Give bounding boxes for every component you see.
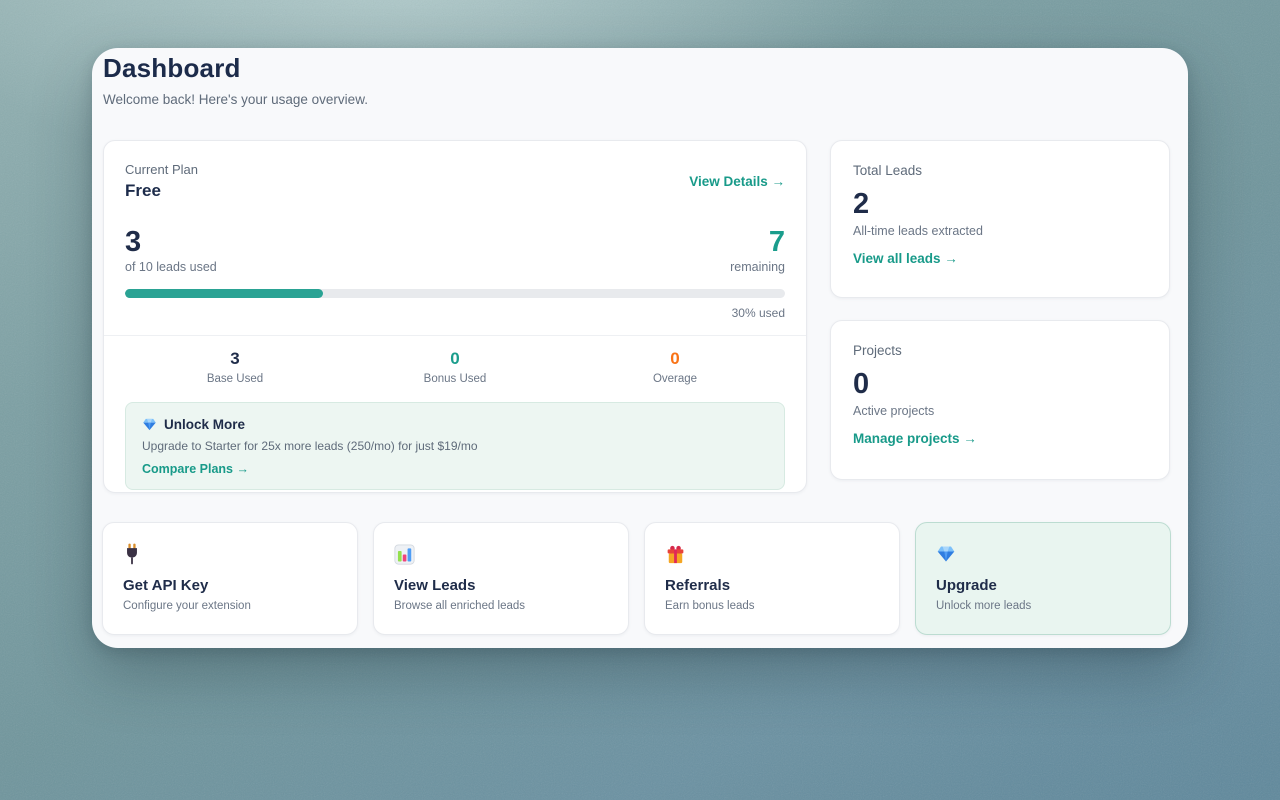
unlock-more-title: Unlock More	[164, 417, 245, 432]
unlock-more-banner: Unlock More Upgrade to Starter for 25x m…	[125, 402, 785, 490]
referrals-card[interactable]: Referrals Earn bonus leads	[644, 522, 900, 635]
upgrade-card[interactable]: Upgrade Unlock more leads	[915, 522, 1171, 635]
stat-base-used: 3 Base Used	[125, 349, 345, 385]
referrals-caption: Earn bonus leads	[665, 600, 879, 612]
gem-icon	[142, 417, 157, 432]
stat-bonus-used-label: Bonus Used	[345, 373, 565, 385]
projects-value: 0	[853, 368, 1147, 401]
get-api-key-title: Get API Key	[123, 577, 337, 594]
projects-caption: Active projects	[853, 404, 1147, 418]
stat-overage-label: Overage	[565, 373, 785, 385]
percent-used-label: 30% used	[125, 306, 785, 320]
get-api-key-caption: Configure your extension	[123, 600, 337, 612]
get-api-key-card[interactable]: Get API Key Configure your extension	[102, 522, 358, 635]
view-leads-card[interactable]: View Leads Browse all enriched leads	[373, 522, 629, 635]
stat-overage: 0 Overage	[565, 349, 785, 385]
gift-icon	[665, 543, 879, 565]
projects-label: Projects	[853, 343, 1147, 358]
view-leads-title: View Leads	[394, 577, 608, 594]
plan-label: Current Plan	[125, 162, 198, 177]
total-leads-caption: All-time leads extracted	[853, 224, 1147, 238]
stat-overage-value: 0	[565, 349, 785, 369]
stat-bonus-used-value: 0	[345, 349, 565, 369]
usage-progress-fill	[125, 289, 323, 298]
bar-chart-icon	[394, 543, 608, 565]
page-title: Dashboard	[103, 53, 241, 84]
view-all-leads-link[interactable]: View all leads →	[853, 251, 958, 266]
total-leads-card: Total Leads 2 All-time leads extracted V…	[830, 140, 1170, 298]
total-leads-label: Total Leads	[853, 163, 1147, 178]
plan-name: Free	[125, 181, 198, 201]
total-leads-value: 2	[853, 188, 1147, 221]
compare-plans-link[interactable]: Compare Plans →	[142, 462, 249, 476]
leads-remaining-caption: remaining	[730, 260, 785, 274]
usage-progress-bar	[125, 289, 785, 298]
upgrade-caption: Unlock more leads	[936, 600, 1150, 612]
stat-base-used-label: Base Used	[125, 373, 345, 385]
usage-stats-row: 3 Base Used 0 Bonus Used 0 Overage	[125, 349, 785, 385]
leads-remaining-value: 7	[730, 227, 785, 257]
leads-used-value: 3	[125, 227, 217, 257]
unlock-more-description: Upgrade to Starter for 25x more leads (2…	[142, 439, 768, 453]
plug-icon	[123, 543, 337, 565]
gem-icon	[936, 543, 1150, 565]
upgrade-title: Upgrade	[936, 577, 1150, 594]
manage-projects-link[interactable]: Manage projects →	[853, 431, 977, 446]
stat-bonus-used: 0 Bonus Used	[345, 349, 565, 385]
plan-card-divider	[104, 335, 806, 336]
stat-base-used-value: 3	[125, 349, 345, 369]
referrals-title: Referrals	[665, 577, 879, 594]
page-subtitle: Welcome back! Here's your usage overview…	[103, 92, 368, 107]
dashboard-panel: Dashboard Welcome back! Here's your usag…	[92, 48, 1188, 648]
view-details-link[interactable]: View Details →	[689, 174, 785, 189]
leads-used-caption: of 10 leads used	[125, 260, 217, 274]
current-plan-card: Current Plan Free View Details → 3 of 10…	[103, 140, 807, 493]
view-leads-caption: Browse all enriched leads	[394, 600, 608, 612]
projects-card: Projects 0 Active projects Manage projec…	[830, 320, 1170, 480]
